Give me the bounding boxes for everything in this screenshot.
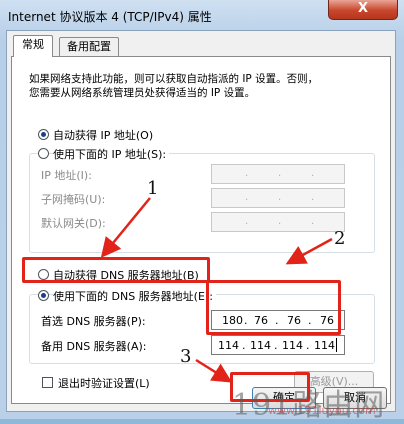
title-bar[interactable]: Internet 协议版本 4 (TCP/IPv4) 属性 X	[0, 0, 404, 30]
alternate-dns-octet-1: 114	[218, 339, 239, 352]
dns-manual-label[interactable]: 使用下面的 DNS 服务器地址(E):	[53, 288, 216, 304]
ip-auto-radio[interactable]	[38, 129, 49, 140]
dialog-client: 常规 备用配置 如果网络支持此功能，则可以获取自动指派的 IP 设置。否则， 您…	[6, 30, 396, 412]
step-3-label: 3	[180, 346, 192, 367]
step-2-label: 2	[334, 228, 346, 249]
text-caret	[336, 338, 337, 352]
ip-address-field: ...	[211, 164, 345, 184]
validate-checkbox[interactable]	[42, 377, 53, 388]
subnet-mask-field: ...	[211, 188, 345, 208]
ip-auto-label[interactable]: 自动获得 IP 地址(O)	[53, 127, 153, 143]
ip-manual-radio[interactable]	[38, 148, 49, 159]
ip-manual-label[interactable]: 使用下面的 IP 地址(S):	[53, 146, 170, 162]
watermark-url: www.191luyou.com	[268, 404, 376, 417]
watermark-logo: 191路由网	[232, 380, 385, 424]
dns-manual-radio[interactable]	[38, 290, 49, 301]
alternate-dns-field[interactable]: 114 . 114 . 114 . 114	[211, 335, 345, 355]
alternate-dns-octet-3: 114	[282, 339, 303, 352]
tab-alternate-config[interactable]: 备用配置	[59, 37, 119, 57]
dialog-frame: Internet 协议版本 4 (TCP/IPv4) 属性 X 常规 备用配置 …	[0, 0, 404, 423]
close-button[interactable]: X	[328, 0, 398, 20]
gateway-field: ...	[211, 212, 345, 232]
gateway-label: 默认网关(D):	[41, 217, 106, 230]
preferred-dns-label: 首选 DNS 服务器(P):	[41, 315, 146, 328]
window-title: Internet 协议版本 4 (TCP/IPv4) 属性	[8, 10, 212, 24]
description-line-1: 如果网络支持此功能，则可以获取自动指派的 IP 设置。否则，	[29, 73, 319, 85]
tab-general[interactable]: 常规	[13, 35, 53, 57]
dns-manual-highlight	[22, 257, 210, 283]
ip-address-label: IP 地址(I):	[41, 169, 92, 182]
alternate-dns-label: 备用 DNS 服务器(A):	[41, 340, 147, 353]
step-1-label: 1	[147, 178, 159, 199]
alternate-dns-octet-4: 114	[314, 339, 335, 352]
alternate-dns-octet-2: 114	[250, 339, 271, 352]
description-line-2: 您需要从网络系统管理员处获得适当的 IP 设置。	[29, 87, 256, 99]
subnet-mask-label: 子网掩码(U):	[41, 193, 106, 206]
dns-fields-highlight	[206, 280, 341, 335]
validate-label[interactable]: 退出时验证设置(L)	[58, 375, 150, 391]
